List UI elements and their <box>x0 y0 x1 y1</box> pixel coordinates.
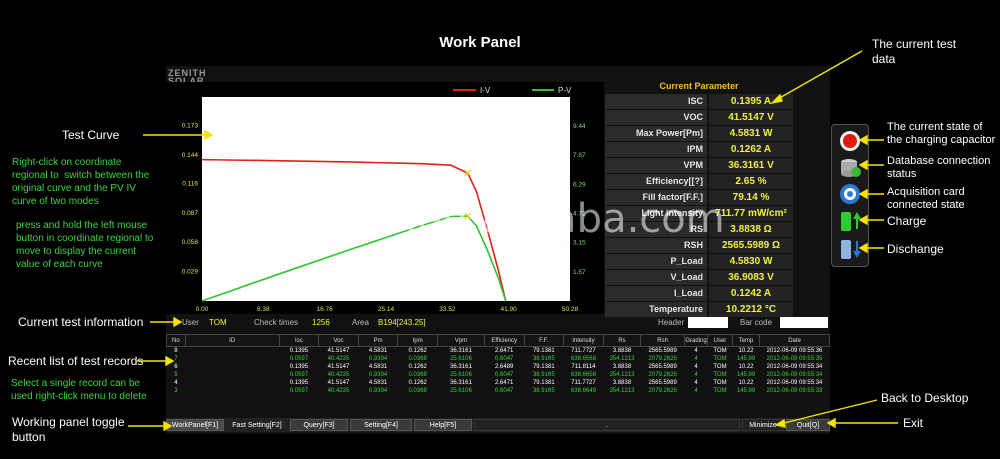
watermark: sunic.en.alibaba.com <box>300 196 725 242</box>
work-panel-stage: Work Panel ZENITH SOLAR I-V P-V 0.00 8.38 16.… <box>0 0 1000 459</box>
